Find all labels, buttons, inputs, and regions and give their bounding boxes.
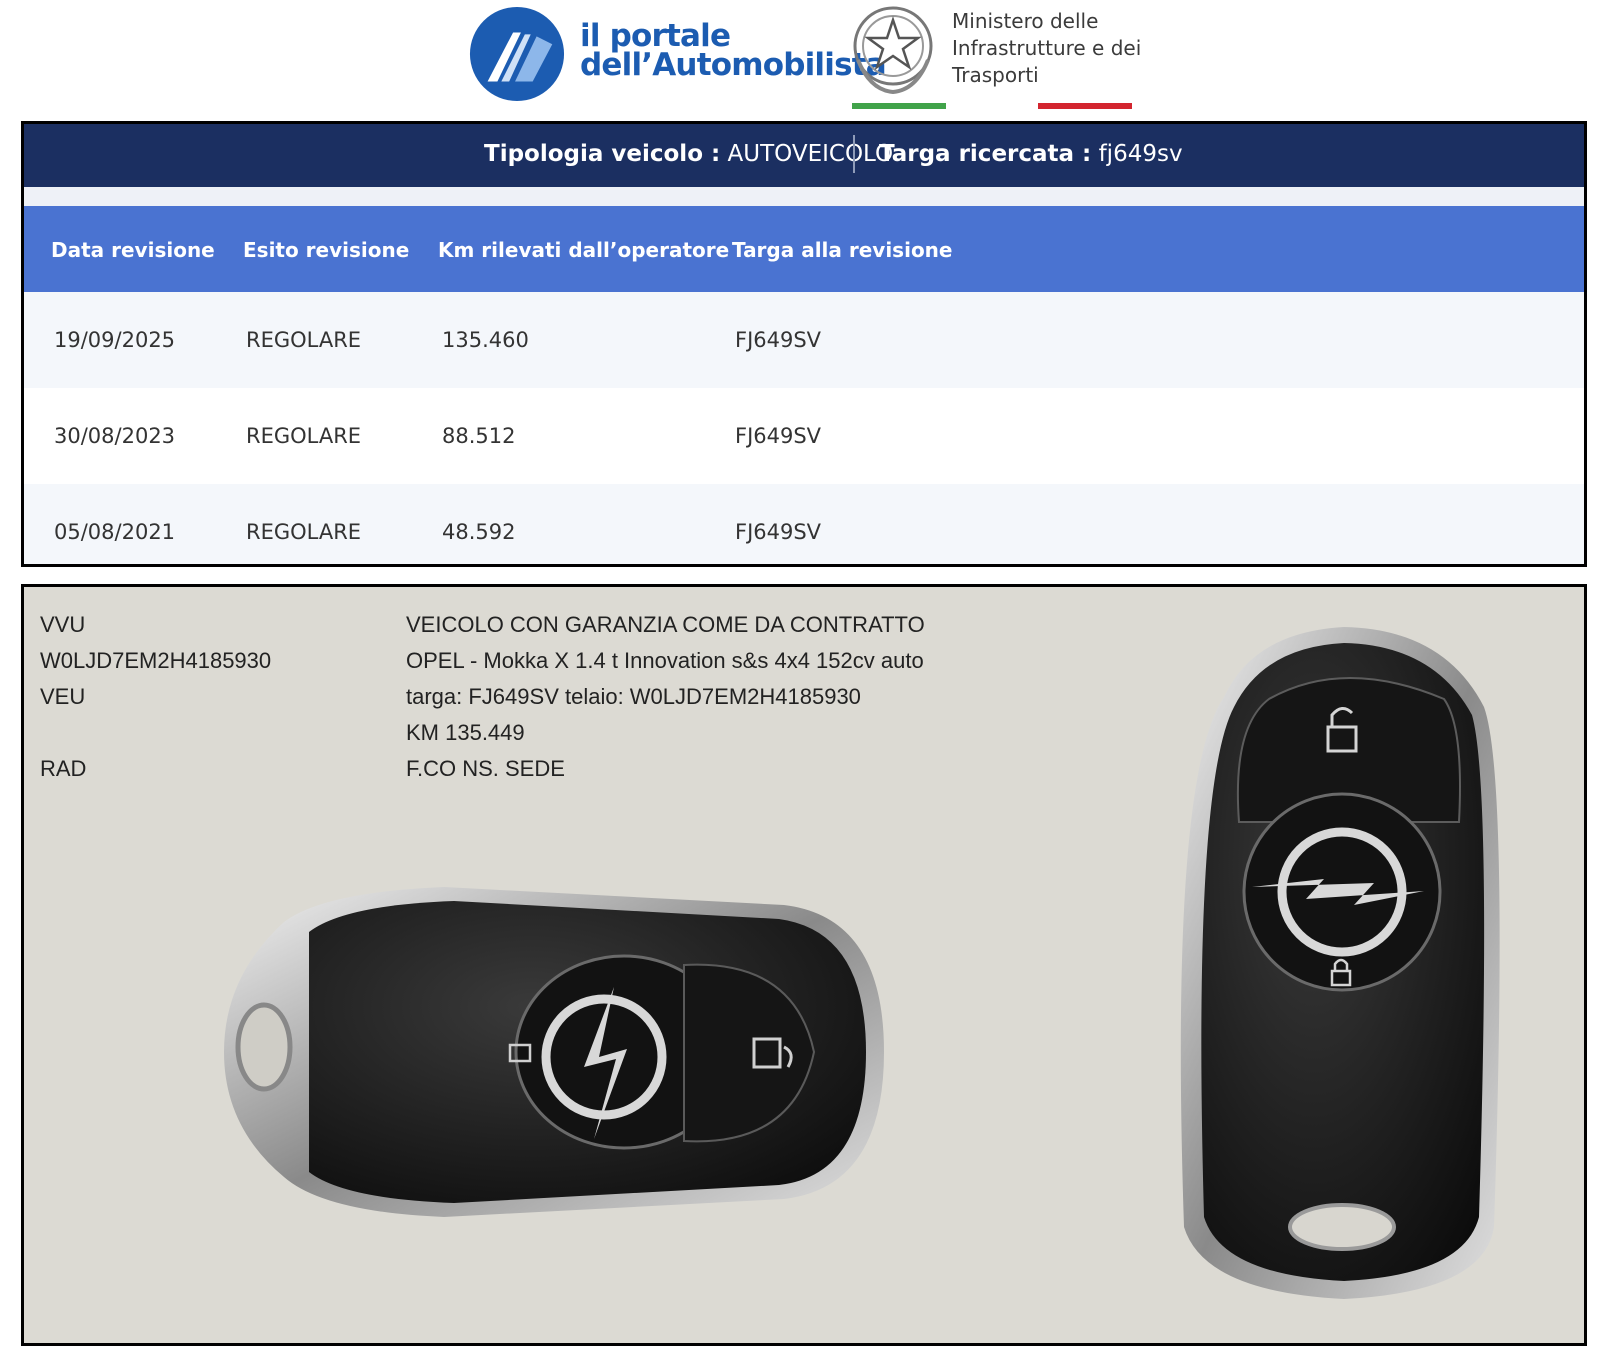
table-row: 05/08/2021 REGOLARE 48.592 FJ649SV [24, 484, 1584, 564]
republic-emblem-icon [853, 6, 933, 95]
cell-result: REGOLARE [246, 520, 362, 544]
vehicle-type-value: AUTOVEICOLO [727, 141, 894, 167]
search-summary-bar: Tipologia veicolo : AUTOVEICOLO Targa ri… [24, 124, 1584, 187]
cell-km: 88.512 [442, 424, 516, 448]
cell-plate: FJ649SV [735, 424, 822, 448]
cell-result: REGOLARE [246, 424, 362, 448]
flag-stripe-green [852, 103, 946, 109]
vehicle-type-label: Tipologia veicolo : [484, 141, 721, 167]
site-header: il portale dell’Automobilista Ministero … [0, 0, 1600, 120]
table-spacer [24, 187, 1584, 206]
table-row: 19/09/2025 REGOLARE 135.460 FJ649SV [24, 292, 1584, 388]
col-header-result: Esito revisione [243, 238, 410, 262]
col-header-plate: Targa alla revisione [732, 238, 953, 262]
ministry-line1: Ministero delle [952, 9, 1099, 33]
cell-date: 30/08/2023 [54, 424, 176, 448]
cell-result: REGOLARE [246, 328, 362, 352]
table-header: Data revisione Esito revisione Km rileva… [24, 206, 1584, 292]
searched-plate: Targa ricercata : fj649sv [879, 141, 1183, 167]
vehicle-type: Tipologia veicolo : AUTOVEICOLO [484, 141, 893, 167]
col-header-km: Km rilevati dall’operatore [438, 238, 730, 262]
key-photo-panel: VVU W0LJD7EM2H4185930 VEU RAD VEICOLO CO… [21, 584, 1587, 1346]
portale-automobilista-logo[interactable] [468, 4, 566, 104]
plate-value: fj649sv [1098, 141, 1183, 167]
table-row: 30/08/2023 REGOLARE 88.512 FJ649SV [24, 388, 1584, 484]
portal-title: il portale dell’Automobilista [580, 21, 887, 83]
key-fobs-photo [224, 627, 1500, 1299]
car-key-fob-horizontal [224, 887, 884, 1217]
revisions-panel: Tipologia veicolo : AUTOVEICOLO Targa ri… [21, 121, 1587, 567]
ministry-line3: Trasporti [952, 63, 1039, 87]
ministry-name: Ministero delle Infrastrutture e dei Tra… [952, 8, 1141, 89]
ministry-line2: Infrastrutture e dei [952, 36, 1142, 60]
cell-plate: FJ649SV [735, 328, 822, 352]
cell-km: 135.460 [442, 328, 529, 352]
cell-plate: FJ649SV [735, 520, 822, 544]
portal-title-line2: dell’Automobilista [580, 47, 887, 83]
summary-divider [853, 135, 855, 173]
cell-date: 05/08/2021 [54, 520, 176, 544]
plate-label: Targa ricercata : [879, 141, 1092, 167]
cell-date: 19/09/2025 [54, 328, 176, 352]
car-key-fob-vertical [1180, 627, 1500, 1299]
col-header-date: Data revisione [51, 238, 215, 262]
cell-km: 48.592 [442, 520, 516, 544]
flag-stripe-red [1038, 103, 1132, 109]
